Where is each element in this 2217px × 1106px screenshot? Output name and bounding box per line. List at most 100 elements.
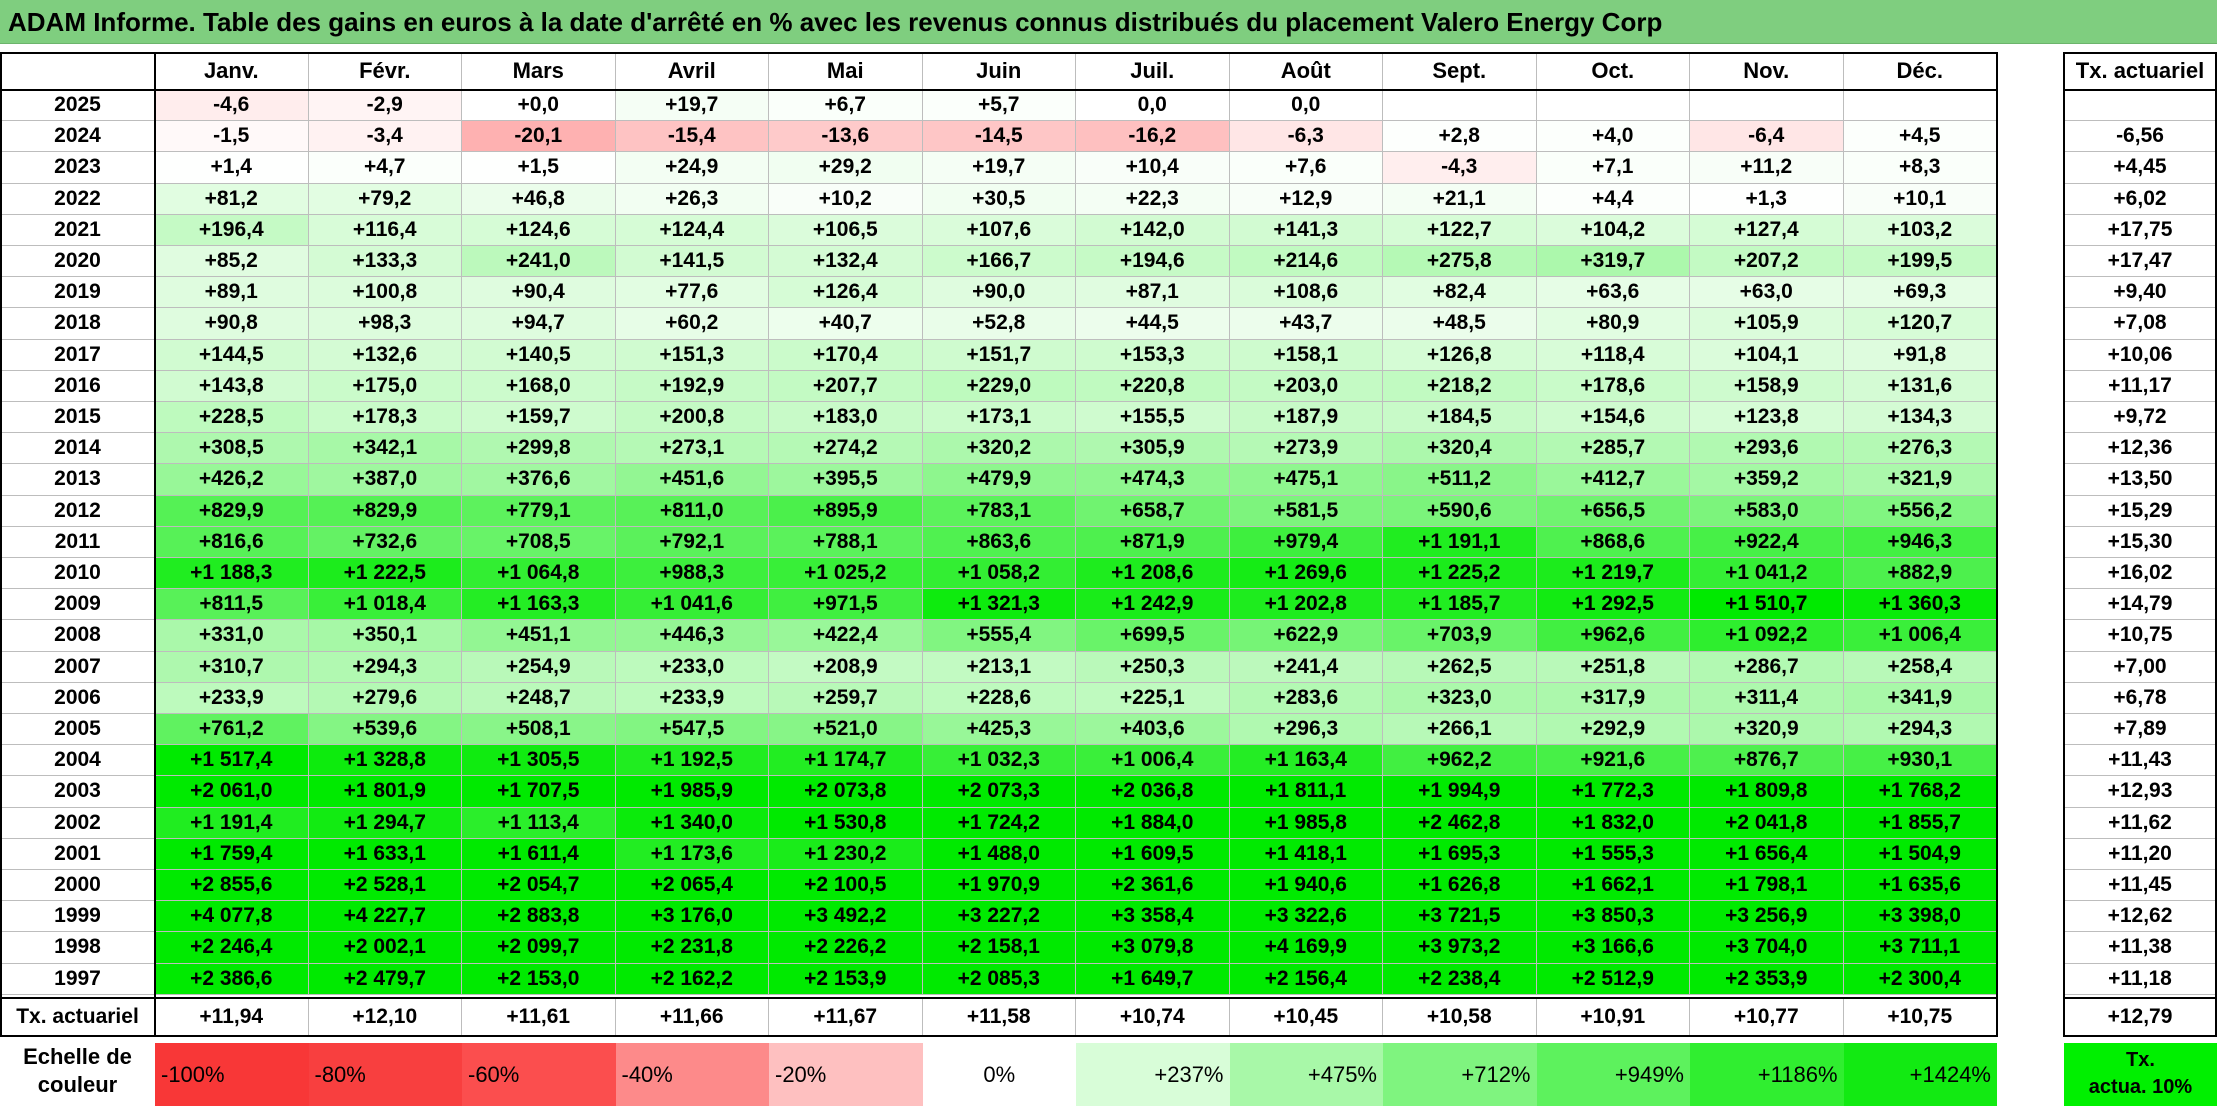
table-cell: +87,1 bbox=[1076, 277, 1230, 309]
table-cell: +207,2 bbox=[1690, 246, 1844, 278]
table-cell: +141,3 bbox=[1229, 214, 1383, 246]
table-cell: +622,9 bbox=[1229, 620, 1383, 652]
table-cell: +144,5 bbox=[155, 339, 309, 371]
rate-cell: +11,18 bbox=[2064, 963, 2217, 995]
table-cell: -1,5 bbox=[155, 121, 309, 153]
summary-cell: +11,67 bbox=[769, 998, 923, 1037]
summary-cell: +10,74 bbox=[1076, 998, 1230, 1037]
table-cell: -15,4 bbox=[615, 121, 769, 153]
table-cell: +183,0 bbox=[769, 402, 923, 434]
table-cell: +1 018,4 bbox=[308, 589, 462, 621]
table-cell: +22,3 bbox=[1076, 183, 1230, 215]
title-bar: ADAM Informe. Table des gains en euros à… bbox=[0, 0, 2217, 44]
table-cell: +2 099,7 bbox=[462, 932, 616, 964]
rate-legend-line1: Tx. bbox=[2126, 1049, 2155, 1071]
table-cell: +3 704,0 bbox=[1690, 932, 1844, 964]
table-cell: +1 292,5 bbox=[1536, 589, 1690, 621]
table-cell: +732,6 bbox=[308, 526, 462, 558]
table-cell bbox=[1690, 90, 1844, 122]
column-header: Mars bbox=[462, 52, 616, 90]
table-cell: +143,8 bbox=[155, 370, 309, 402]
table-cell: +1 174,7 bbox=[769, 745, 923, 777]
table-cell: +220,8 bbox=[1076, 370, 1230, 402]
color-scale-title-line1: Echelle de bbox=[23, 1044, 132, 1069]
table-cell: +178,3 bbox=[308, 402, 462, 434]
table-cell: +170,4 bbox=[769, 339, 923, 371]
table-cell: +141,5 bbox=[615, 246, 769, 278]
row-year-label: 2021 bbox=[0, 215, 155, 246]
table-cell: +783,1 bbox=[922, 495, 1076, 527]
table-cell: +285,7 bbox=[1536, 433, 1690, 465]
table-cell: +214,6 bbox=[1229, 246, 1383, 278]
table-cell: +104,1 bbox=[1690, 339, 1844, 371]
table-cell: +422,4 bbox=[769, 620, 923, 652]
table-cell: +140,5 bbox=[462, 339, 616, 371]
row-year-label: 2007 bbox=[0, 652, 155, 683]
table-cell: +581,5 bbox=[1229, 495, 1383, 527]
column-header: Janv. bbox=[155, 52, 309, 90]
table-cell: +248,7 bbox=[462, 682, 616, 714]
table-cell: +876,7 bbox=[1690, 745, 1844, 777]
table-cell: +276,3 bbox=[1843, 433, 1997, 465]
table-cell: +2 100,5 bbox=[769, 870, 923, 902]
row-year-label: 2020 bbox=[0, 246, 155, 278]
table-cell: +761,2 bbox=[155, 714, 309, 746]
table-cell: +8,3 bbox=[1843, 152, 1997, 184]
table-cell: +90,4 bbox=[462, 277, 616, 309]
table-cell: +155,5 bbox=[1076, 402, 1230, 434]
table-cell: +274,2 bbox=[769, 433, 923, 465]
table-cell: -20,1 bbox=[462, 121, 616, 153]
table-cell: +159,7 bbox=[462, 402, 616, 434]
table-cell: +132,4 bbox=[769, 246, 923, 278]
table-cell: +4,7 bbox=[308, 152, 462, 184]
table-cell: 0,0 bbox=[1229, 90, 1383, 122]
summary-cell: +11,58 bbox=[922, 998, 1076, 1037]
table-cell: +829,9 bbox=[308, 495, 462, 527]
table-cell: +426,2 bbox=[155, 464, 309, 496]
table-cell: +310,7 bbox=[155, 651, 309, 683]
table-cell: -2,9 bbox=[308, 90, 462, 122]
table-cell: +2 065,4 bbox=[615, 870, 769, 902]
table-cell: +3 721,5 bbox=[1383, 901, 1537, 933]
table-cell: +4,0 bbox=[1536, 121, 1690, 153]
table-cell: +1 940,6 bbox=[1229, 870, 1383, 902]
table-cell: +132,6 bbox=[308, 339, 462, 371]
table-cell: +1 188,3 bbox=[155, 558, 309, 590]
table-cell: +2 512,9 bbox=[1536, 963, 1690, 995]
overall-rate-cell: +12,79 bbox=[2064, 998, 2217, 1037]
rate-cell: +9,72 bbox=[2064, 402, 2217, 434]
table-cell: +1 191,1 bbox=[1383, 526, 1537, 558]
table-cell: +656,5 bbox=[1536, 495, 1690, 527]
table-cell: +100,8 bbox=[308, 277, 462, 309]
table-cell: +1 884,0 bbox=[1076, 807, 1230, 839]
table-cell: +2 054,7 bbox=[462, 870, 616, 902]
table-cell: +320,2 bbox=[922, 433, 1076, 465]
table-cell: +779,1 bbox=[462, 495, 616, 527]
color-scale-step: +1424% bbox=[1843, 1043, 1997, 1106]
table-cell: +12,9 bbox=[1229, 183, 1383, 215]
table-cell: +2 085,3 bbox=[922, 963, 1076, 995]
table-cell: +342,1 bbox=[308, 433, 462, 465]
rate-cell: +9,40 bbox=[2064, 277, 2217, 309]
table-cell: +228,5 bbox=[155, 402, 309, 434]
rate-cell: +7,00 bbox=[2064, 651, 2217, 683]
table-cell: +98,3 bbox=[308, 308, 462, 340]
rate-cell: +4,45 bbox=[2064, 152, 2217, 184]
table-cell: +1 832,0 bbox=[1536, 807, 1690, 839]
table-cell: +233,0 bbox=[615, 651, 769, 683]
table-cell: +1 185,7 bbox=[1383, 589, 1537, 621]
table-cell: +1 555,3 bbox=[1536, 838, 1690, 870]
color-scale-title-line2: couleur bbox=[37, 1072, 118, 1097]
table-cell: +1 041,2 bbox=[1690, 558, 1844, 590]
rate-cell: -6,56 bbox=[2064, 121, 2217, 153]
summary-cell: +12,10 bbox=[308, 998, 462, 1037]
table-cell: +1,5 bbox=[462, 152, 616, 184]
table-cell: +3 322,6 bbox=[1229, 901, 1383, 933]
row-year-label: 2008 bbox=[0, 620, 155, 652]
table-cell: +930,1 bbox=[1843, 745, 1997, 777]
table-cell: +1 656,4 bbox=[1690, 838, 1844, 870]
table-cell: +882,9 bbox=[1843, 558, 1997, 590]
table-cell: +1 222,5 bbox=[308, 558, 462, 590]
row-year-label: 1997 bbox=[0, 964, 155, 995]
table-cell: +425,3 bbox=[922, 714, 1076, 746]
